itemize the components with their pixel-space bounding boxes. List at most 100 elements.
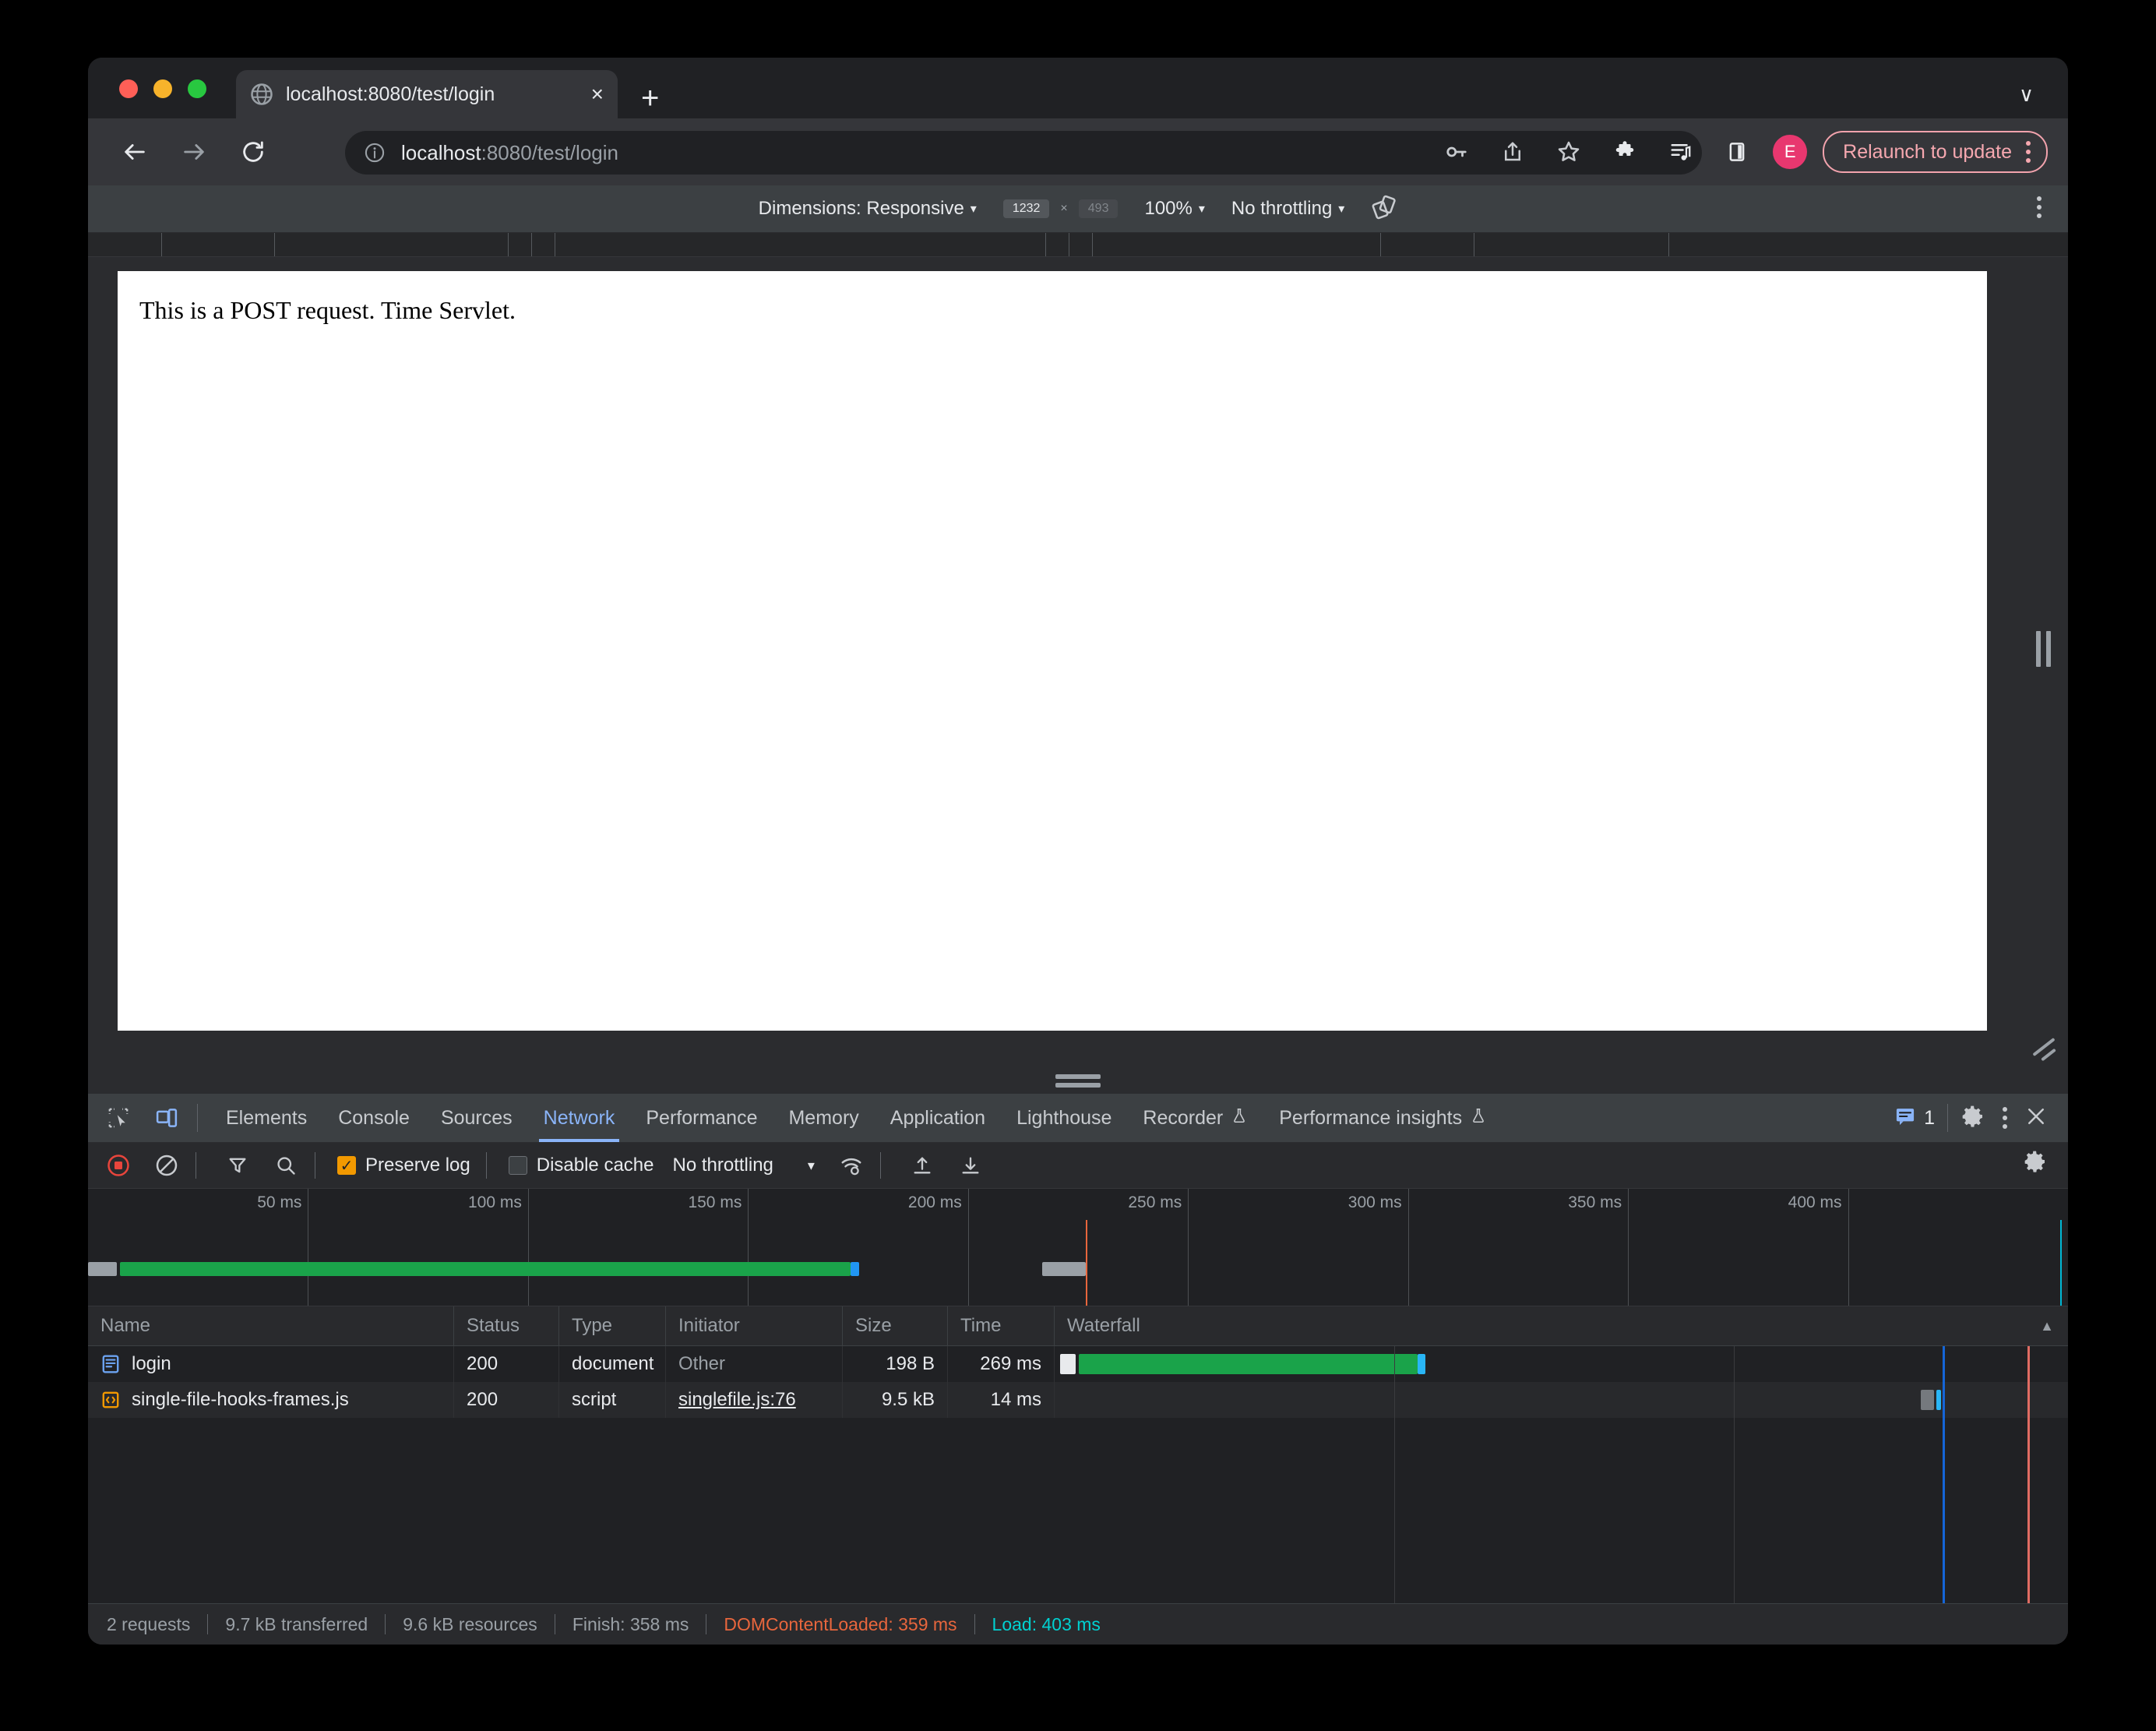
page-text: This is a POST request. Time Servlet. (139, 296, 1987, 325)
filter-icon[interactable] (220, 1148, 255, 1183)
info-circle-icon[interactable] (364, 142, 386, 164)
extensions-puzzle-icon[interactable] (1605, 132, 1645, 172)
cell-time: 269 ms (948, 1346, 1055, 1382)
table-row[interactable]: login200documentOther198 B269 ms (88, 1346, 2068, 1382)
summary-requests: 2 requests (88, 1614, 207, 1635)
search-icon[interactable] (268, 1148, 304, 1183)
disable-cache-label: Disable cache (537, 1155, 654, 1176)
star-icon[interactable] (1548, 132, 1589, 172)
share-icon[interactable] (1492, 132, 1533, 172)
tab-console[interactable]: Console (322, 1094, 425, 1142)
tab-recorder[interactable]: Recorder (1127, 1094, 1263, 1142)
dimensions-select[interactable]: Dimensions: Responsive ▾ (759, 198, 977, 220)
avatar[interactable]: E (1773, 135, 1807, 169)
preserve-log-checkbox[interactable]: ✓ Preserve log (337, 1155, 470, 1176)
tab-title: localhost:8080/test/login (286, 83, 583, 106)
device-toolbar-kebab-icon[interactable] (2037, 196, 2042, 218)
tab-performance[interactable]: Performance (630, 1094, 773, 1142)
column-header-status[interactable]: Status (454, 1306, 559, 1345)
divider (197, 1104, 198, 1132)
network-throttling-select[interactable]: No throttling ▾ (672, 1155, 814, 1176)
tab-elements[interactable]: Elements (210, 1094, 322, 1142)
column-header-type[interactable]: Type (559, 1306, 666, 1345)
divider (486, 1152, 487, 1179)
devtools-kebab-menu-icon[interactable] (2003, 1107, 2007, 1129)
tab-label: Console (338, 1107, 410, 1130)
close-tab-button[interactable]: × (591, 83, 604, 105)
tab-label: Elements (226, 1107, 307, 1130)
network-settings-gear-icon[interactable] (2023, 1149, 2048, 1178)
reload-icon[interactable] (231, 130, 275, 174)
cell-name[interactable]: single-file-hooks-frames.js (88, 1382, 454, 1418)
inspect-element-icon[interactable] (100, 1100, 136, 1136)
rotate-device-icon[interactable] (1371, 194, 1397, 224)
forward-arrow-icon[interactable] (172, 130, 216, 174)
summary-finish: Finish: 358 ms (555, 1614, 706, 1635)
network-request-list[interactable]: login200documentOther198 B269 mssingle-f… (88, 1346, 2068, 1603)
cell-name[interactable]: login (88, 1346, 454, 1382)
record-stop-icon[interactable] (100, 1148, 136, 1183)
viewport-corner-resize-handle[interactable] (2029, 1038, 2057, 1059)
cell-type: script (559, 1382, 666, 1418)
tab-sources[interactable]: Sources (425, 1094, 528, 1142)
browser-tab[interactable]: localhost:8080/test/login × (236, 70, 618, 118)
checkbox-unchecked-icon (509, 1156, 527, 1175)
column-header-name[interactable]: Name (88, 1306, 454, 1345)
viewport-height-input[interactable]: 493 (1079, 199, 1119, 218)
disable-cache-checkbox[interactable]: Disable cache (509, 1155, 654, 1176)
summary-load: Load: 403 ms (975, 1614, 1118, 1635)
address-bar-url: localhost:8080/test/login (401, 141, 618, 165)
export-har-icon[interactable] (953, 1148, 988, 1183)
side-panel-icon[interactable] (1717, 132, 1757, 172)
close-window-button[interactable] (119, 79, 138, 98)
gear-icon[interactable] (1960, 1104, 1985, 1133)
tab-lighthouse[interactable]: Lighthouse (1001, 1094, 1127, 1142)
viewport-width-resize-handle[interactable] (2036, 631, 2051, 667)
request-name: login (132, 1353, 171, 1375)
overview-gridline (1848, 1189, 1849, 1306)
viewport-width-input[interactable]: 1232 (1003, 199, 1050, 218)
download-segment (1418, 1354, 1425, 1374)
tab-memory[interactable]: Memory (773, 1094, 874, 1142)
maximize-window-button[interactable] (188, 79, 206, 98)
zoom-select[interactable]: 100% ▾ (1144, 198, 1204, 220)
script-bar (1042, 1262, 1086, 1276)
overview-tick-label: 50 ms (257, 1193, 308, 1212)
console-message-icon[interactable] (1894, 1105, 1916, 1131)
import-har-icon[interactable] (904, 1148, 940, 1183)
minimize-window-button[interactable] (153, 79, 172, 98)
close-icon[interactable] (2024, 1105, 2048, 1132)
sort-ascending-icon[interactable]: ▲ (2040, 1318, 2054, 1334)
column-header-time[interactable]: Time (948, 1306, 1055, 1345)
relaunch-to-update-button[interactable]: Relaunch to update (1823, 131, 2048, 173)
column-header-waterfall[interactable]: Waterfall ▲ (1055, 1306, 2068, 1345)
back-arrow-icon[interactable] (113, 130, 157, 174)
request-bar (120, 1262, 851, 1276)
tab-label: Network (544, 1107, 615, 1130)
summary-transferred: 9.7 kB transferred (208, 1614, 385, 1635)
cell-size: 9.5 kB (843, 1382, 948, 1418)
clear-icon[interactable] (149, 1148, 185, 1183)
network-throttling-label: No throttling (672, 1155, 773, 1176)
cell-initiator[interactable]: singlefile.js:76 (666, 1382, 843, 1418)
new-tab-button[interactable]: + (641, 83, 659, 114)
device-toolbar-icon[interactable] (149, 1100, 185, 1136)
window-controls[interactable] (119, 79, 206, 98)
column-header-size[interactable]: Size (843, 1306, 948, 1345)
reading-list-icon[interactable] (1661, 132, 1701, 172)
overview-gridline (1408, 1189, 1409, 1306)
network-conditions-icon[interactable] (833, 1148, 869, 1183)
device-throttling-select[interactable]: No throttling ▾ (1231, 198, 1344, 220)
tab-network[interactable]: Network (528, 1094, 631, 1142)
devtools-resize-handle[interactable] (88, 1067, 2068, 1094)
table-row[interactable]: single-file-hooks-frames.js200scriptsing… (88, 1382, 2068, 1418)
tab-application[interactable]: Application (875, 1094, 1001, 1142)
column-header-initiator[interactable]: Initiator (666, 1306, 843, 1345)
chrome-menu-kebab-icon[interactable] (2026, 141, 2031, 163)
dimension-separator: × (1049, 202, 1078, 216)
tab-performance-insights[interactable]: Performance insights (1263, 1094, 1503, 1142)
network-overview[interactable]: 50 ms100 ms150 ms200 ms250 ms300 ms350 m… (88, 1189, 2068, 1306)
tab-label: Recorder (1143, 1107, 1223, 1130)
key-icon[interactable] (1436, 132, 1477, 172)
tab-search-chevron-down-icon[interactable]: ∨ (2019, 84, 2034, 104)
